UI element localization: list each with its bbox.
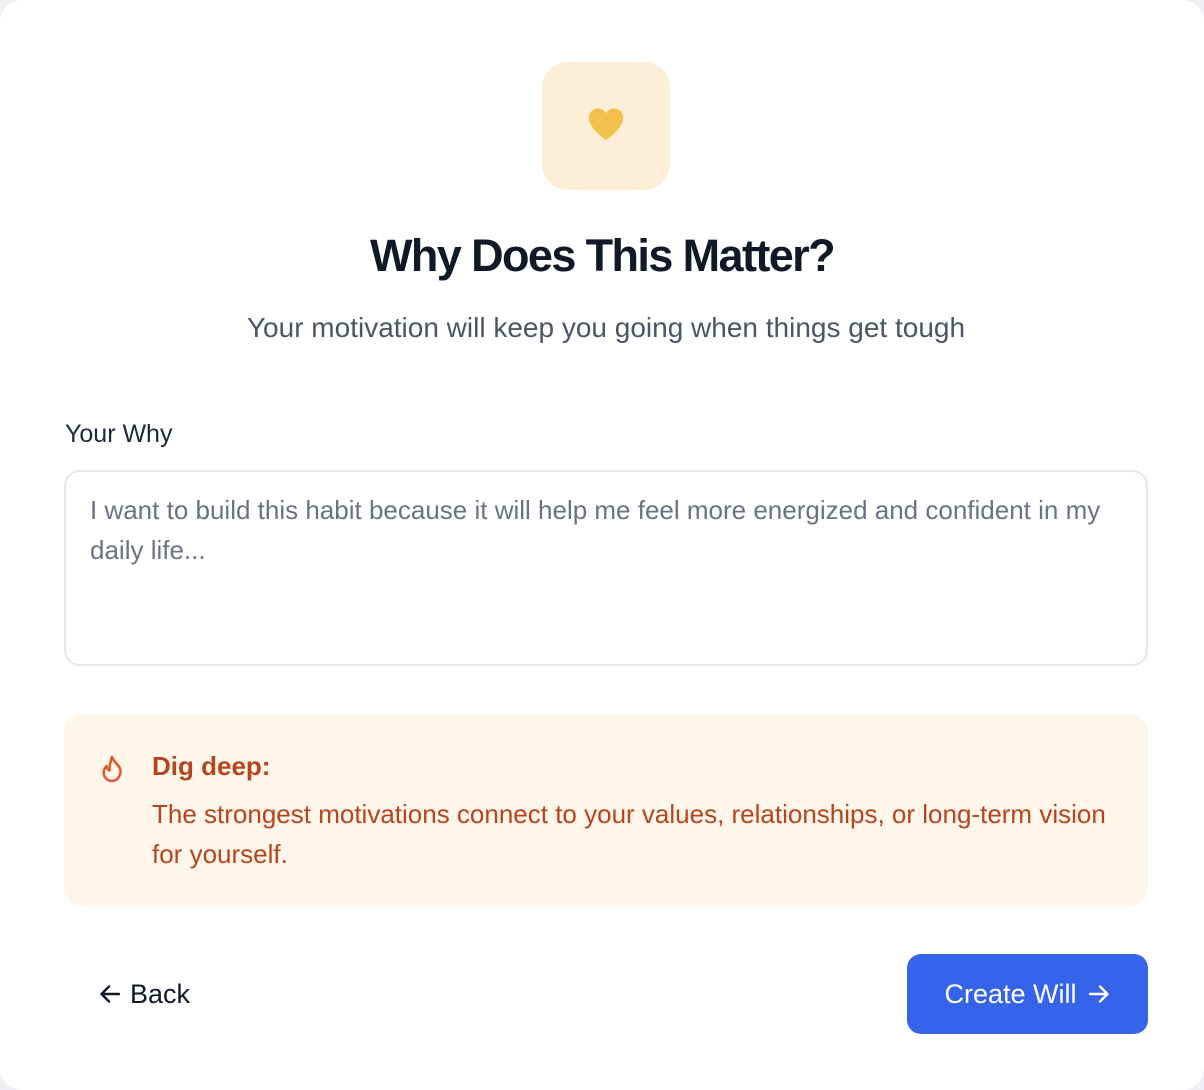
heart-icon xyxy=(586,106,626,147)
page-subtitle: Your motivation will keep you going when… xyxy=(246,312,966,343)
your-why-textarea[interactable] xyxy=(64,470,1148,666)
page-title: Why Does This Matter? xyxy=(370,230,836,281)
habit-why-card: Why Does This Matter? Your motivation wi… xyxy=(0,0,1204,1090)
back-button-label: Back xyxy=(130,978,191,1009)
heart-icon-tile xyxy=(542,62,670,190)
back-button[interactable]: Back xyxy=(82,966,206,1022)
tip-callout: Dig deep: The strongest motivations conn… xyxy=(64,714,1148,906)
arrow-left-icon xyxy=(98,983,122,1005)
tip-title: Dig deep: xyxy=(152,751,271,781)
flame-icon xyxy=(98,754,126,784)
create-will-button[interactable]: Create Will xyxy=(907,954,1148,1034)
create-will-button-label: Create Will xyxy=(944,978,1077,1009)
arrow-right-icon xyxy=(1087,983,1111,1005)
tip-text: The strongest motivations connect to you… xyxy=(152,799,1106,869)
your-why-label: Your Why xyxy=(65,420,173,448)
